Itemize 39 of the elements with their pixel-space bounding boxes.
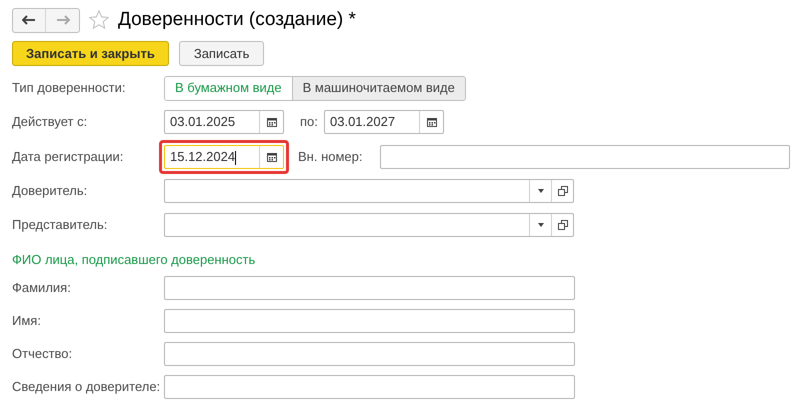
field-label: Имя:: [12, 312, 42, 330]
back-arrow-icon: [22, 15, 36, 25]
field-label: Отчество:: [12, 345, 74, 364]
select-field[interactable]: [164, 179, 574, 203]
field-label: Представитель:: [12, 216, 108, 234]
section-title: ФИО лица, подписавшего доверенность: [12, 252, 256, 267]
date-value: 03.01.2025: [169, 113, 236, 132]
field-label: Дата регистрации:: [12, 148, 124, 166]
input-field[interactable]: [164, 375, 575, 399]
forward-arrow-icon: [56, 15, 70, 25]
field-label: Фамилия:: [12, 279, 72, 298]
open-window-icon[interactable]: [558, 220, 568, 230]
star-icon[interactable]: [88, 9, 110, 31]
window-title: Доверенности (создание) *: [118, 8, 356, 32]
field-label: Тип доверенности:: [12, 79, 126, 98]
date-field[interactable]: 03.01.2025: [164, 110, 284, 134]
date-value: 03.01.2027: [329, 113, 396, 132]
save-and-close-button[interactable]: Записать и закрыть: [12, 41, 169, 66]
save-button[interactable]: Записать: [178, 41, 264, 66]
select-field[interactable]: [164, 213, 574, 237]
dropdown-caret-icon[interactable]: [538, 223, 544, 227]
field-label: Доверитель:: [12, 182, 88, 200]
calendar-icon[interactable]: [426, 117, 436, 127]
input-field[interactable]: [164, 276, 575, 300]
calendar-icon[interactable]: [266, 117, 276, 127]
open-window-icon[interactable]: [558, 186, 568, 196]
date-field[interactable]: 15.12.2024: [164, 145, 284, 169]
dropdown-caret-icon[interactable]: [538, 189, 544, 193]
field-label: Действует с:: [12, 113, 88, 132]
date-field[interactable]: 03.01.2027: [324, 110, 444, 134]
calendar-icon[interactable]: [266, 152, 276, 162]
date-value: 15.12.2024: [169, 148, 238, 167]
field-label: по:: [300, 113, 319, 132]
input-field[interactable]: [380, 145, 790, 169]
field-label: Вн. номер:: [298, 148, 364, 166]
toggle-option[interactable]: В машиночитаемом виде: [292, 76, 465, 100]
field-label: Сведения о доверителе:: [12, 378, 162, 396]
input-field[interactable]: [164, 309, 575, 333]
input-field[interactable]: [164, 342, 575, 366]
